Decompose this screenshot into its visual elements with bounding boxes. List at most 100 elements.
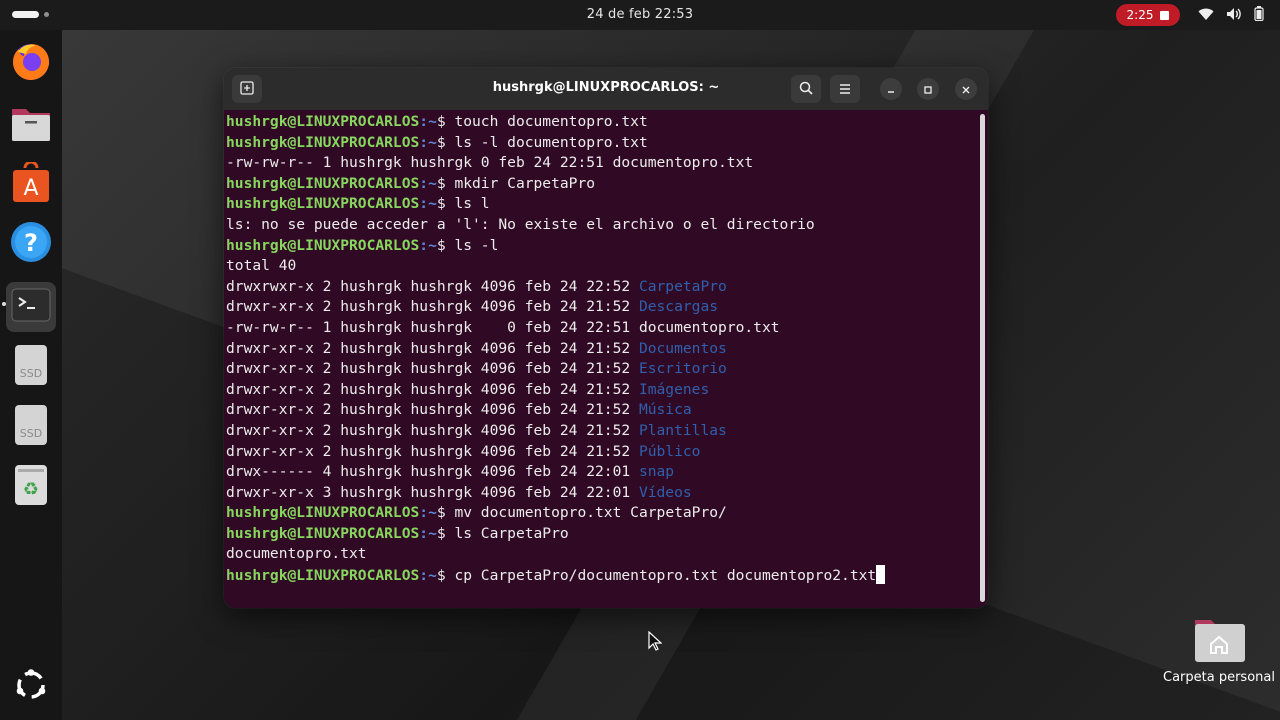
listing-meta: drwxr-xr-x 2 hushrgk hushrgk 4096 feb 24… bbox=[226, 339, 639, 357]
dock-item-help[interactable]: ? bbox=[8, 221, 54, 267]
listing-meta: drwxr-xr-x 2 hushrgk hushrgk 4096 feb 24… bbox=[226, 442, 639, 460]
svg-text:SSD: SSD bbox=[20, 367, 42, 380]
search-icon bbox=[799, 80, 813, 99]
terminal-line: drwxr-xr-x 2 hushrgk hushrgk 4096 feb 24… bbox=[226, 421, 976, 442]
text-cursor bbox=[876, 565, 886, 585]
directory-name: Público bbox=[638, 442, 701, 460]
prompt-path: :~ bbox=[419, 195, 437, 213]
terminal-titlebar[interactable]: hushrgk@LINUXPROCARLOS: ~ bbox=[224, 68, 988, 110]
system-tray[interactable] bbox=[1198, 6, 1264, 21]
dock: A ? SSD SSD ♻ bbox=[0, 30, 62, 720]
screen-recording-indicator[interactable]: 2:25 bbox=[1116, 4, 1180, 26]
terminal-line: drwxr-xr-x 2 hushrgk hushrgk 4096 feb 24… bbox=[226, 380, 976, 401]
prompt-path: :~ bbox=[419, 174, 437, 192]
drive-icon: SSD bbox=[14, 404, 48, 450]
drive-icon: SSD bbox=[14, 344, 48, 390]
firefox-icon bbox=[10, 40, 52, 86]
top-bar: 24 de feb 22:53 2:25 bbox=[0, 0, 1280, 30]
svg-text:SSD: SSD bbox=[20, 427, 42, 440]
prompt-user: hushrgk@LINUXPROCARLOS bbox=[226, 524, 420, 542]
command-text: $ ls CarpetaPro bbox=[436, 524, 569, 542]
terminal-line: hushrgk@LINUXPROCARLOS:~$ ls -l document… bbox=[226, 133, 976, 154]
svg-text:♻: ♻ bbox=[23, 479, 39, 500]
terminal-line: hushrgk@LINUXPROCARLOS:~$ ls -l bbox=[226, 236, 976, 257]
desktop-home-folder[interactable]: Carpeta personal bbox=[1160, 614, 1278, 685]
output-text: -rw-rw-r-- 1 hushrgk hushrgk 0 feb 24 22… bbox=[226, 154, 754, 172]
prompt-user: hushrgk@LINUXPROCARLOS bbox=[226, 133, 420, 151]
command-text: $ mv documentopro.txt CarpetaPro/ bbox=[436, 504, 727, 522]
terminal-line: total 40 bbox=[226, 256, 976, 277]
listing-meta: drwxr-xr-x 2 hushrgk hushrgk 4096 feb 24… bbox=[226, 401, 639, 419]
terminal-line: -rw-rw-r-- 1 hushrgk hushrgk 0 feb 24 22… bbox=[226, 318, 976, 339]
minimize-icon bbox=[886, 80, 896, 99]
window-title: hushrgk@LINUXPROCARLOS: ~ bbox=[492, 80, 720, 95]
help-icon: ? bbox=[10, 221, 52, 267]
svg-text:A: A bbox=[23, 176, 38, 201]
dock-item-ssd-1[interactable]: SSD bbox=[8, 344, 54, 390]
minimize-button[interactable] bbox=[880, 78, 902, 100]
close-icon bbox=[961, 80, 971, 99]
directory-name: Escritorio bbox=[638, 360, 727, 378]
directory-name: Documentos bbox=[638, 339, 727, 357]
terminal-line: documentopro.txt bbox=[226, 544, 976, 565]
listing-meta: drwxrwxr-x 2 hushrgk hushrgk 4096 feb 24… bbox=[226, 277, 639, 295]
hamburger-menu-icon bbox=[838, 80, 852, 99]
command-text: $ mkdir CarpetaPro bbox=[436, 174, 596, 192]
home-folder-label: Carpeta personal bbox=[1163, 670, 1275, 685]
listing-meta: drwxr-xr-x 2 hushrgk hushrgk 4096 feb 24… bbox=[226, 380, 639, 398]
mouse-pointer-icon bbox=[648, 630, 663, 655]
dock-item-terminal[interactable] bbox=[6, 282, 56, 332]
menu-button[interactable] bbox=[830, 75, 860, 103]
dock-item-ssd-2[interactable]: SSD bbox=[8, 404, 54, 450]
dock-item-firefox[interactable] bbox=[8, 40, 54, 86]
output-text: ls: no se puede acceder a 'l': No existe… bbox=[226, 215, 815, 233]
close-button[interactable] bbox=[955, 78, 977, 100]
clock[interactable]: 24 de feb 22:53 bbox=[0, 7, 1280, 22]
battery-icon bbox=[1254, 6, 1264, 21]
terminal-line: hushrgk@LINUXPROCARLOS:~$ mkdir CarpetaP… bbox=[226, 174, 976, 195]
home-folder-icon bbox=[1193, 614, 1245, 662]
terminal-line: hushrgk@LINUXPROCARLOS:~$ ls CarpetaPro bbox=[226, 524, 976, 545]
prompt-path: :~ bbox=[419, 236, 437, 254]
terminal-line: -rw-rw-r-- 1 hushrgk hushrgk 0 feb 24 22… bbox=[226, 153, 976, 174]
command-text: $ ls l bbox=[436, 195, 490, 213]
directory-name: CarpetaPro bbox=[638, 277, 727, 295]
terminal-line: hushrgk@LINUXPROCARLOS:~$ ls l bbox=[226, 194, 976, 215]
output-text: total 40 bbox=[226, 257, 297, 275]
maximize-button[interactable] bbox=[917, 78, 939, 100]
app-center-icon: A bbox=[11, 160, 51, 208]
prompt-user: hushrgk@LINUXPROCARLOS bbox=[226, 236, 420, 254]
terminal-line: drwxr-xr-x 2 hushrgk hushrgk 4096 feb 24… bbox=[226, 359, 976, 380]
directory-name: Imágenes bbox=[638, 380, 710, 398]
command-text: $ touch documentopro.txt bbox=[436, 113, 648, 130]
directory-name: Plantillas bbox=[638, 421, 727, 439]
directory-name: Descargas bbox=[638, 298, 719, 316]
dock-item-app-center[interactable]: A bbox=[8, 160, 54, 208]
svg-text:?: ? bbox=[24, 229, 38, 257]
terminal-icon bbox=[11, 288, 51, 326]
terminal-line: hushrgk@LINUXPROCARLOS:~$ touch document… bbox=[226, 112, 976, 133]
terminal-line: drwxr-xr-x 2 hushrgk hushrgk 4096 feb 24… bbox=[226, 339, 976, 360]
prompt-user: hushrgk@LINUXPROCARLOS bbox=[226, 567, 420, 585]
trash-icon: ♻ bbox=[14, 464, 48, 510]
terminal-line: hushrgk@LINUXPROCARLOS:~$ cp CarpetaPro/… bbox=[226, 565, 976, 586]
terminal-line: drwxr-xr-x 3 hushrgk hushrgk 4096 feb 24… bbox=[226, 483, 976, 504]
terminal-output[interactable]: hushrgk@LINUXPROCARLOS:~$ touch document… bbox=[226, 112, 976, 606]
terminal-line: drwx------ 4 hushrgk hushrgk 4096 feb 24… bbox=[226, 462, 976, 483]
files-icon bbox=[10, 103, 52, 147]
dock-item-trash[interactable]: ♻ bbox=[8, 464, 54, 510]
terminal-line: ls: no se puede acceder a 'l': No existe… bbox=[226, 215, 976, 236]
dock-item-files[interactable] bbox=[8, 102, 54, 148]
directory-name: Música bbox=[638, 401, 692, 419]
search-button[interactable] bbox=[791, 75, 821, 103]
terminal-window[interactable]: hushrgk@LINUXPROCARLOS: ~ hushrgk@LINUXP… bbox=[224, 68, 988, 608]
prompt-path: :~ bbox=[419, 504, 437, 522]
wifi-icon bbox=[1198, 7, 1214, 21]
dock-item-show-apps[interactable] bbox=[8, 664, 54, 710]
prompt-path: :~ bbox=[419, 113, 437, 130]
listing-meta: drwxr-xr-x 2 hushrgk hushrgk 4096 feb 24… bbox=[226, 360, 639, 378]
volume-icon bbox=[1226, 7, 1242, 21]
terminal-scrollbar[interactable] bbox=[980, 114, 985, 602]
stop-icon bbox=[1160, 10, 1170, 20]
terminal-line: drwxr-xr-x 2 hushrgk hushrgk 4096 feb 24… bbox=[226, 400, 976, 421]
